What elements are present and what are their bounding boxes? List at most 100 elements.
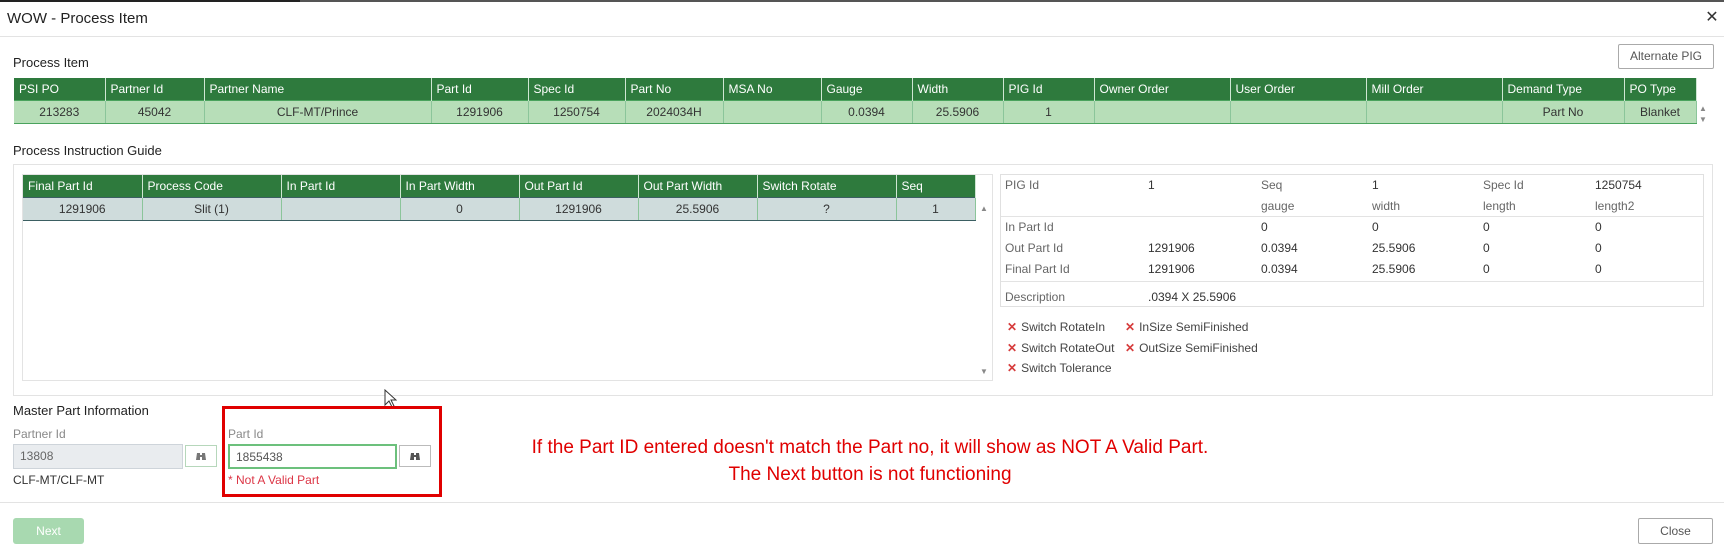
scroll-up-icon[interactable]: ▲	[1699, 104, 1707, 113]
window-titlebar: WOW - Process Item ✕	[0, 2, 1724, 37]
column-header[interactable]: Partner Id	[105, 78, 205, 101]
next-button[interactable]: Next	[13, 518, 84, 544]
seq-value: 1	[1372, 178, 1379, 192]
column-header[interactable]: Owner Order	[1094, 78, 1231, 101]
pig-header-row: Final Part Id Process Code In Part Id In…	[23, 175, 976, 198]
alternate-pig-button[interactable]: Alternate PIG	[1618, 44, 1714, 69]
table-row[interactable]: 213283 45042 CLF-MT/Prince 1291906 12507…	[14, 100, 1697, 124]
column-header[interactable]: Gauge	[821, 78, 913, 101]
process-item-grid: PSI PO Partner Id Partner Name Part Id S…	[14, 78, 1697, 124]
partner-id-field[interactable]: 13808	[13, 444, 183, 469]
table-cell: 1291906	[519, 197, 639, 221]
column-header[interactable]: Mill Order	[1366, 78, 1503, 101]
seq-label: Seq	[1261, 178, 1283, 192]
column-header[interactable]: PO Type	[1624, 78, 1697, 101]
detail-value: 0.0394	[1261, 241, 1298, 255]
x-icon: ✕	[1125, 320, 1136, 334]
description-value: .0394 X 25.5906	[1148, 290, 1237, 304]
table-cell: Slit (1)	[142, 197, 282, 221]
scroll-down-icon[interactable]: ▼	[980, 367, 988, 376]
table-cell: 25.5906	[638, 197, 758, 221]
annotation-highlight-box	[222, 406, 442, 497]
column-header[interactable]: Spec Id	[528, 78, 626, 101]
table-row[interactable]: 1291906 Slit (1) 0 1291906 25.5906 ? 1	[23, 197, 976, 221]
column-header[interactable]: Partner Name	[204, 78, 432, 101]
column-header[interactable]: MSA No	[723, 78, 822, 101]
table-cell: 45042	[105, 100, 205, 124]
table-cell: 1291906	[23, 197, 143, 221]
table-cell: Blanket	[1624, 100, 1697, 124]
table-cell: 213283	[14, 100, 106, 124]
table-cell: ?	[757, 197, 897, 221]
column-header[interactable]: Demand Type	[1502, 78, 1625, 101]
x-icon: ✕	[1125, 341, 1136, 355]
footer-divider	[0, 502, 1724, 503]
column-header[interactable]: In Part Width	[400, 175, 520, 198]
table-cell	[1366, 100, 1503, 124]
table-cell	[1094, 100, 1231, 124]
annotation-line-1: If the Part ID entered doesn't match the…	[531, 437, 1209, 458]
scroll-down-icon[interactable]: ▼	[1699, 115, 1707, 124]
table-cell: CLF-MT/Prince	[204, 100, 432, 124]
detail-value: 25.5906	[1372, 262, 1416, 276]
spec-id-label: Spec Id	[1483, 178, 1524, 192]
detail-value: 0	[1483, 262, 1490, 276]
detail-row-label: Out Part Id	[1005, 241, 1064, 255]
flag-switch-tolerance: ✕ Switch Tolerance	[1007, 361, 1112, 375]
master-part-title: Master Part Information	[13, 403, 149, 418]
annotation-text: If the Part ID entered doesn't match the…	[470, 434, 1270, 488]
column-header[interactable]: In Part Id	[281, 175, 401, 198]
detail-value: 0.0394	[1261, 262, 1298, 276]
detail-row-label: Final Part Id	[1005, 262, 1070, 276]
close-icon[interactable]: ✕	[1704, 10, 1720, 26]
column-header[interactable]: PSI PO	[14, 78, 106, 101]
detail-value: 0	[1595, 220, 1602, 234]
table-cell: 2024034H	[625, 100, 724, 124]
column-header[interactable]: Part Id	[431, 78, 529, 101]
table-cell	[723, 100, 822, 124]
window-title: WOW - Process Item	[7, 10, 148, 27]
column-header[interactable]: Process Code	[142, 175, 282, 198]
spec-id-value: 1250754	[1595, 178, 1642, 192]
table-cell: 0	[400, 197, 520, 221]
table-cell: 1250754	[528, 100, 626, 124]
detail-col-header: length	[1483, 199, 1516, 213]
pig-id-label: PIG Id	[1005, 178, 1040, 192]
table-cell: 1291906	[431, 100, 529, 124]
pig-title: Process Instruction Guide	[13, 143, 162, 158]
column-header[interactable]: Part No	[625, 78, 724, 101]
flag-outsize-semifinished: ✕ OutSize SemiFinished	[1125, 341, 1258, 355]
close-button[interactable]: Close	[1638, 518, 1713, 544]
detail-value: 0	[1483, 241, 1490, 255]
column-header[interactable]: Seq	[896, 175, 976, 198]
flag-insize-semifinished: ✕ InSize SemiFinished	[1125, 320, 1249, 334]
x-icon: ✕	[1007, 361, 1018, 375]
detail-value: 0	[1372, 220, 1379, 234]
column-header[interactable]: Out Part Id	[519, 175, 639, 198]
binoculars-icon	[196, 453, 206, 460]
detail-col-header: width	[1372, 199, 1401, 213]
column-header[interactable]: PIG Id	[1003, 78, 1095, 101]
table-cell: Part No	[1502, 100, 1625, 124]
detail-row-label: In Part Id	[1005, 220, 1054, 234]
detail-value: 0	[1595, 262, 1602, 276]
detail-col-header: gauge	[1261, 199, 1295, 213]
annotation-line-2: The Next button is not functioning	[728, 464, 1012, 485]
detail-value: 25.5906	[1372, 241, 1416, 255]
table-cell	[281, 197, 401, 221]
column-header[interactable]: Out Part Width	[638, 175, 758, 198]
divider	[1001, 216, 1703, 217]
table-cell: 1	[1003, 100, 1095, 124]
column-header[interactable]: Switch Rotate	[757, 175, 897, 198]
partner-search-button[interactable]	[185, 445, 217, 467]
column-header[interactable]: Final Part Id	[23, 175, 143, 198]
table-cell: 0.0394	[821, 100, 913, 124]
scroll-up-icon[interactable]: ▲	[980, 204, 988, 213]
column-header[interactable]: Width	[912, 78, 1004, 101]
detail-col-header: length2	[1595, 199, 1635, 213]
table-cell: 1	[896, 197, 976, 221]
pig-id-value: 1	[1148, 178, 1155, 192]
partner-name: CLF-MT/CLF-MT	[13, 473, 105, 487]
column-header[interactable]: User Order	[1230, 78, 1367, 101]
process-item-header-row: PSI PO Partner Id Partner Name Part Id S…	[14, 78, 1697, 101]
